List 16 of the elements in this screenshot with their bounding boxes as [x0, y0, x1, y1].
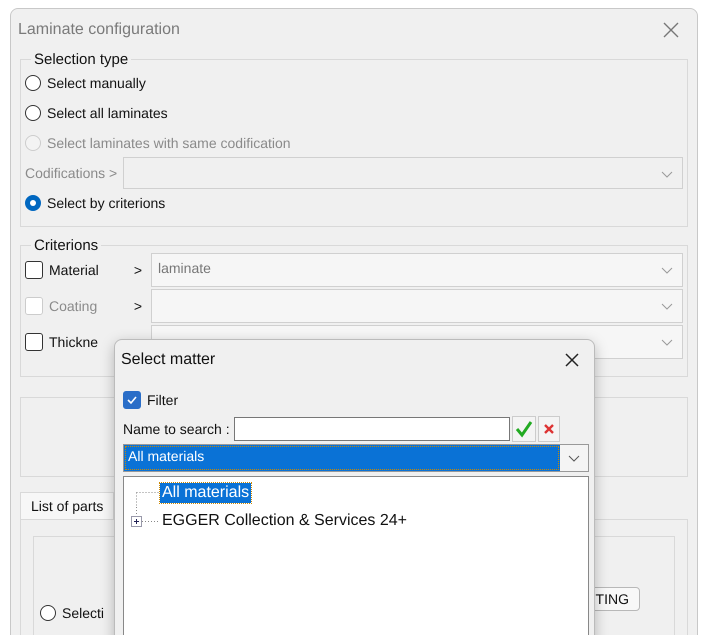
- field-label: Codifications >: [25, 165, 118, 181]
- checkbox-label: Thickne: [49, 334, 100, 350]
- radio-label: Selecti: [62, 605, 104, 621]
- window-title: Laminate configuration: [18, 21, 180, 39]
- checkbox-label: Material: [49, 262, 100, 278]
- dropdown-value: laminate: [158, 260, 211, 276]
- field-label: Name to search :: [123, 421, 230, 437]
- checkbox-label: Filter: [147, 392, 178, 408]
- group-label: Selection type: [33, 51, 130, 68]
- dialog-title: Select matter: [121, 351, 216, 369]
- radio-label: Select all laminates: [47, 105, 168, 121]
- radio-label: Select by criterions: [47, 195, 166, 211]
- radio-label: Select laminates with same codification: [47, 135, 291, 151]
- radio-label: Select manually: [47, 75, 146, 91]
- checkbox-label: Coating: [49, 298, 98, 314]
- group-label: Criterions: [33, 237, 100, 254]
